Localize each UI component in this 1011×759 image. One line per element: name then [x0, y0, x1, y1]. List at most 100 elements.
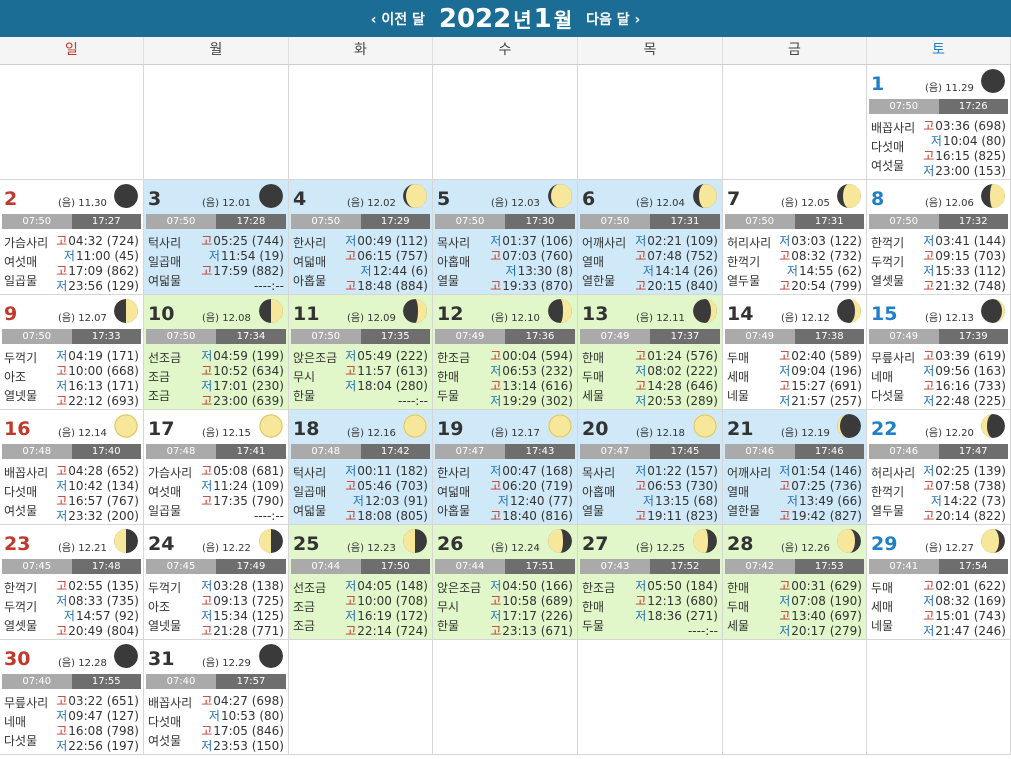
day-cell-21[interactable]: 21 (음) 12.19 07:46 17:46 어깨사리 열매 열한물 저01:54 (14…	[723, 410, 867, 525]
mul-name: 일곱매	[148, 255, 182, 269]
tide-row: 고05:25 (744)	[201, 234, 284, 249]
low-tide-label: 저	[352, 494, 364, 508]
mul-name: 두물	[437, 389, 460, 403]
high-tide-label: 고	[490, 479, 502, 493]
sun-times-bar: 07:50 17:34	[146, 329, 286, 344]
day-cell-31[interactable]: 31 (음) 12.29 07:40 17:57 배꼽사리 다섯매 여섯물 고04:27 (6…	[144, 640, 289, 755]
tide-row: 저04:05 (148)	[345, 579, 428, 594]
day-cell-25[interactable]: 25 (음) 12.23 07:44 17:50 선조금 조금 조금 저04:05 (148)…	[289, 525, 433, 640]
low-tide-label: 저	[56, 379, 68, 393]
day-cell-3[interactable]: 3 (음) 12.01 07:50 17:28 턱사리 일곱매 여덟물 고05:25 (744…	[144, 180, 289, 295]
day-cell-8[interactable]: 8 (음) 12.06 07:50 17:32 한꺽기 두꺽기 열셋물 저03:41 (144…	[867, 180, 1011, 295]
day-cell-15[interactable]: 15 (음) 12.13 07:49 17:39 무릎사리 네매 다섯물 고03:39 (61…	[867, 295, 1011, 410]
tide-height: (19)	[259, 249, 284, 263]
tide-row: 고03:22 (651)	[56, 694, 139, 709]
day-cell-27[interactable]: 27 (음) 12.25 07:43 17:52 한조금 한매 두물 저05:50 (184)…	[578, 525, 723, 640]
tide-time: 08:32	[935, 594, 970, 608]
tide-height: (148)	[395, 579, 428, 593]
mul-name: 다섯매	[4, 485, 38, 499]
tide-time: 07:48	[647, 249, 682, 263]
day-cell-24[interactable]: 24 (음) 12.22 07:45 17:49 두꺽기 아조 열넷물 저03:28 (138…	[144, 525, 289, 640]
low-tide-label: 저	[490, 394, 502, 408]
tide-row: 고22:14 (724)	[345, 624, 428, 639]
day-cell-29[interactable]: 29 (음) 12.27 07:41 17:54 두매 세매 네물 고02:01 (622) 저…	[867, 525, 1011, 640]
lunar-date: (음) 12.02	[347, 194, 396, 209]
moon-phase-icon	[548, 529, 572, 553]
sunrise-time: 07:50	[2, 214, 72, 229]
tide-time: 10:42	[68, 479, 103, 493]
tide-row: 고04:28 (652)	[56, 464, 139, 479]
next-month-link[interactable]: 다음 달 ›	[586, 9, 640, 29]
weekday-tue: 화	[289, 37, 433, 64]
tide-time: 16:57	[68, 494, 103, 508]
day-cell-16[interactable]: 16 (음) 12.14 07:48 17:40 배꼽사리 다섯매 여섯물 고04:28 (6…	[0, 410, 144, 525]
sunset-time: 17:31	[650, 214, 720, 229]
tide-row: 저15:33 (112)	[923, 264, 1006, 279]
tide-time: 03:41	[935, 234, 970, 248]
weekday-wed: 수	[433, 37, 578, 64]
day-number: 27	[582, 533, 609, 555]
day-cell-9[interactable]: 9 (음) 12.07 07:50 17:33 두꺽기 아조 열넷물 저04:19 (171)…	[0, 295, 144, 410]
day-cell-6[interactable]: 6 (음) 12.04 07:50 17:31 어깨사리 열매 열한물 저02:21 (109…	[578, 180, 723, 295]
tide-row: 저01:37 (106)	[490, 234, 573, 249]
day-cell-18[interactable]: 18 (음) 12.16 07:48 17:42 턱사리 일곱매 여덟물 저00:11 (18…	[289, 410, 433, 525]
high-tide-label: 고	[635, 349, 647, 363]
day-cell-20[interactable]: 20 (음) 12.18 07:47 17:45 목사리 아홉매 열물 저01:22 (157…	[578, 410, 723, 525]
tide-row: 저23:32 (200)	[56, 509, 139, 524]
day-cell-11[interactable]: 11 (음) 12.09 07:50 17:35 앉은조금 무시 한물 저05:49 (222…	[289, 295, 433, 410]
lunar-prefix: (음)	[202, 313, 220, 324]
sunrise-time: 07:45	[146, 559, 216, 574]
day-cell-19[interactable]: 19 (음) 12.17 07:47 17:43 한사리 여덟매 아홉물 저00:47 (16…	[433, 410, 578, 525]
lunar-value: 12.23	[367, 543, 396, 554]
day-number: 8	[871, 188, 885, 210]
lunar-prefix: (음)	[202, 198, 220, 209]
day-cell-26[interactable]: 26 (음) 12.24 07:44 17:51 앉은조금 무시 한물 저04:50 (166…	[433, 525, 578, 640]
day-cell-22[interactable]: 22 (음) 12.20 07:46 17:47 허리사리 한꺽기 열두물 저02:25 (1…	[867, 410, 1011, 525]
tide-height: (171)	[106, 379, 139, 393]
tide-time: 19:29	[502, 394, 537, 408]
high-tide-label: 고	[779, 579, 791, 593]
high-tide-label: 고	[923, 149, 935, 163]
tide-row: 저03:03 (122)	[779, 234, 862, 249]
prev-month-link[interactable]: ‹ 이전 달	[371, 9, 425, 29]
lunar-prefix: (음)	[925, 198, 943, 209]
tide-height: (743)	[973, 609, 1006, 623]
day-cell-30[interactable]: 30 (음) 12.28 07:40 17:55 무릎사리 네매 다섯물 고03:22 (65…	[0, 640, 144, 755]
mul-tide-names: 한사리 여덟매 아홉물	[437, 464, 470, 521]
tide-time: 11:54	[220, 249, 256, 263]
mul-name: 턱사리	[148, 236, 182, 250]
day-cell-1[interactable]: 1 (음) 11.29 07:50 17:26 배꼽사리 다섯매 여섯물 고03:36 (69…	[867, 65, 1011, 180]
day-cell-12[interactable]: 12 (음) 12.10 07:49 17:36 한조금 한매 두물 고00:04 (594)…	[433, 295, 578, 410]
tide-row: 고21:32 (748)	[923, 279, 1006, 294]
day-cell-14[interactable]: 14 (음) 12.12 07:49 17:38 두매 세매 네물 고02:40 (589) 저…	[723, 295, 867, 410]
high-tide-label: 고	[56, 579, 68, 593]
tide-time: 14:28	[647, 379, 682, 393]
lunar-value: 12.12	[801, 313, 830, 324]
low-tide-label: 저	[345, 609, 357, 623]
tide-height: (703)	[973, 249, 1006, 263]
low-tide-label: 저	[490, 579, 502, 593]
low-tide-label: 저	[635, 464, 647, 478]
day-cell-17[interactable]: 17 (음) 12.15 07:48 17:41 가슴사리 여섯매 일곱물 고05:08 (6…	[144, 410, 289, 525]
day-cell-13[interactable]: 13 (음) 12.11 07:49 17:37 한매 두매 세물 고01:24 (576) 저…	[578, 295, 723, 410]
sunset-time: 17:55	[71, 674, 141, 689]
tide-height: (169)	[973, 594, 1006, 608]
day-cell-23[interactable]: 23 (음) 12.21 07:45 17:48 한꺽기 두꺽기 열셋물 고02:55 (13…	[0, 525, 144, 640]
tide-row: 고11:57 (613)	[345, 364, 428, 379]
mul-name: 아홉매	[437, 255, 471, 269]
tide-height: (6)	[411, 264, 428, 278]
high-tide-label: 고	[201, 594, 213, 608]
day-cell-7[interactable]: 7 (음) 12.05 07:50 17:31 허리사리 한꺽기 열두물 저03:03 (12…	[723, 180, 867, 295]
day-cell-10[interactable]: 10 (음) 12.08 07:50 17:34 선조금 조금 조금 저04:59 (199)…	[144, 295, 289, 410]
lunar-prefix: (음)	[58, 428, 76, 439]
low-tide-label: 저	[56, 349, 68, 363]
day-cell-2[interactable]: 2 (음) 11.30 07:50 17:27 가슴사리 여섯매 일곱물 고04:32 (72…	[0, 180, 144, 295]
sun-times-bar: 07:49 17:38	[725, 329, 864, 344]
day-cell-4[interactable]: 4 (음) 12.02 07:50 17:29 한사리 여덟매 아홉물 저00:49 (112…	[289, 180, 433, 295]
sun-times-bar: 07:50 17:26	[869, 99, 1008, 114]
tide-row: 고00:04 (594)	[490, 349, 573, 364]
mul-name: 열물	[582, 504, 605, 518]
day-cell-5[interactable]: 5 (음) 12.03 07:50 17:30 목사리 아홉매 열물 저01:37 (106)…	[433, 180, 578, 295]
day-cell-28[interactable]: 28 (음) 12.26 07:42 17:53 한매 두매 세물 고00:31 (629) 저…	[723, 525, 867, 640]
tide-times: 고02:01 (622) 저08:32 (169) 고15:01 (743) 저21:…	[923, 579, 1006, 639]
